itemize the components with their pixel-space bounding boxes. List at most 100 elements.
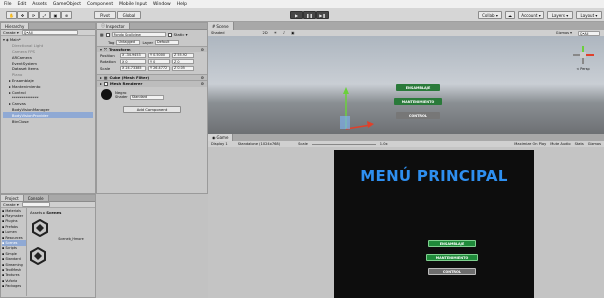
layer-dropdown[interactable]: Default bbox=[155, 39, 180, 45]
hand-tool-button[interactable]: ✋ bbox=[6, 11, 17, 19]
folder-icon: ▪ bbox=[2, 273, 5, 278]
scale-z-field[interactable]: Z 0.05 bbox=[172, 65, 194, 71]
active-checkbox[interactable] bbox=[105, 32, 110, 37]
tag-dropdown[interactable]: Untagged bbox=[116, 39, 141, 45]
scene-view[interactable]: Shaded 2D ☀ ♪ ▣ Gizmos ▾ Q•All ENSAMBLAJ… bbox=[208, 30, 604, 134]
scene-asset-2[interactable]: Sceneb_Hmore bbox=[56, 219, 86, 241]
shader-dropdown[interactable]: Standard bbox=[129, 94, 164, 100]
expand-arrow-icon[interactable]: ▸ bbox=[9, 101, 11, 106]
collab-button[interactable]: Collab ▾ bbox=[478, 11, 502, 19]
cloud-button[interactable]: ☁ bbox=[505, 11, 515, 19]
position-x-field[interactable]: X -34.9453 bbox=[120, 52, 146, 58]
component-settings-icon[interactable]: ⚙ bbox=[201, 47, 204, 52]
menu-file[interactable]: File bbox=[4, 2, 12, 7]
transform-tool-button[interactable]: ⊕ bbox=[61, 11, 72, 19]
rotate-tool-button[interactable]: ⟳ bbox=[28, 11, 39, 19]
position-row: Position X -34.9453 Y 0.5000 Z 55.92 bbox=[97, 52, 207, 59]
stats-toggle[interactable]: Stats bbox=[575, 142, 584, 146]
position-y-field[interactable]: Y 0.5000 bbox=[148, 52, 170, 58]
game-screen[interactable]: MENÚ PRINCIPAL ENSAMBLAJE MANTENIMIENTO … bbox=[334, 150, 534, 298]
tab-console[interactable]: Console bbox=[23, 195, 49, 201]
add-component-button[interactable]: Add Component bbox=[123, 105, 181, 113]
mantenimiento-button[interactable]: MANTENIMIENTO bbox=[426, 254, 478, 261]
global-button[interactable]: Global bbox=[117, 11, 141, 19]
scale-x-field[interactable]: X 24.73385 bbox=[120, 65, 146, 71]
project-search-input[interactable] bbox=[21, 202, 50, 207]
menu-mobile-input[interactable]: Mobile Input bbox=[119, 2, 147, 7]
breadcrumb-scenes[interactable]: Scenes bbox=[46, 210, 61, 215]
display-dropdown[interactable]: Display 1 bbox=[211, 142, 228, 146]
rotation-y-field[interactable]: Y 0 bbox=[148, 59, 170, 65]
menu-window[interactable]: Window bbox=[153, 2, 171, 7]
gizmos-toggle[interactable]: Gizmos bbox=[588, 142, 601, 146]
folder-item[interactable]: ▪ Playmaker bbox=[2, 213, 26, 218]
folder-item[interactable]: ▪ Resources bbox=[2, 235, 26, 240]
scale-slider[interactable] bbox=[311, 143, 376, 145]
step-button[interactable]: ▶❚ bbox=[316, 11, 329, 19]
gizmos-dropdown[interactable]: Gizmos ▾ bbox=[556, 31, 572, 35]
menu-assets[interactable]: Assets bbox=[32, 2, 47, 7]
scene-toolbar: Shaded 2D ☀ ♪ ▣ Gizmos ▾ Q•All bbox=[208, 30, 604, 36]
scene-search-input[interactable]: Q•All bbox=[578, 30, 600, 36]
rotation-x-field[interactable]: X 0 bbox=[120, 59, 146, 65]
mesh-renderer-checkbox[interactable] bbox=[103, 81, 108, 86]
expand-arrow-icon[interactable]: ▸ bbox=[9, 84, 11, 89]
folder-item[interactable]: ▪ Streaming bbox=[2, 262, 26, 267]
maximize-on-play-toggle[interactable]: Maximize On Play bbox=[514, 142, 546, 146]
transform-gizmo[interactable] bbox=[336, 84, 376, 134]
scene-asset[interactable] bbox=[30, 218, 50, 241]
scene-mantenimiento-button: MANTENIMIENTO bbox=[394, 98, 442, 105]
menu-help[interactable]: Help bbox=[177, 2, 187, 7]
pause-button[interactable]: ❚❚ bbox=[303, 11, 316, 19]
tab-inspector[interactable]: ⓘ Inspector bbox=[97, 23, 130, 29]
object-name-field[interactable]: Fondo Scollview bbox=[111, 32, 166, 37]
pivot-button[interactable]: Pivot bbox=[94, 11, 116, 19]
menu-gameobject[interactable]: GameObject bbox=[53, 2, 81, 7]
scale-y-field[interactable]: Y 26.4772 bbox=[148, 65, 170, 71]
tab-hierarchy[interactable]: Hierarchy bbox=[1, 23, 30, 29]
mute-audio-toggle[interactable]: Mute Audio bbox=[550, 142, 570, 146]
layout-button[interactable]: Layout ▾ bbox=[576, 11, 602, 19]
component-settings-icon[interactable]: ⚙ bbox=[201, 75, 204, 80]
menu-component[interactable]: Component bbox=[87, 2, 113, 7]
expand-arrow-icon[interactable]: ▸ bbox=[9, 78, 11, 83]
rotation-z-field[interactable]: Z 0 bbox=[172, 59, 194, 65]
scene-orientation-gizmo[interactable]: < Persp bbox=[570, 44, 596, 71]
tab-game[interactable]: ◉ Game bbox=[208, 134, 234, 141]
toolbar: ✋ ✥ ⟳ ⤢ ▣ ⊕ Pivot Global ▶ ❚❚ ▶❚ Collab … bbox=[0, 8, 604, 22]
position-z-field[interactable]: Z 55.92 bbox=[172, 52, 194, 58]
audio-toggle-icon[interactable]: ♪ bbox=[283, 31, 285, 35]
resolution-dropdown[interactable]: Standalone (1024x768) bbox=[238, 142, 280, 146]
static-checkbox[interactable] bbox=[167, 32, 172, 37]
layers-button[interactable]: Layers ▾ bbox=[547, 11, 573, 19]
expand-arrow-icon[interactable]: ▸ bbox=[9, 90, 11, 95]
component-settings-icon[interactable]: ⚙ bbox=[201, 81, 204, 86]
folder-icon: ▪ bbox=[2, 235, 5, 240]
effects-toggle-icon[interactable]: ▣ bbox=[291, 31, 294, 35]
tab-project[interactable]: Project bbox=[1, 195, 24, 201]
hierarchy-item[interactable]: ▸BtnClose bbox=[3, 118, 93, 124]
menu-edit[interactable]: Edit bbox=[18, 2, 27, 7]
rotation-label: Rotation bbox=[100, 59, 116, 65]
2d-toggle[interactable]: 2D bbox=[263, 31, 268, 35]
control-button[interactable]: CONTROL bbox=[428, 268, 476, 275]
scale-tool-button[interactable]: ⤢ bbox=[39, 11, 50, 19]
shading-dropdown[interactable]: Shaded bbox=[211, 31, 225, 35]
hierarchy-create-button[interactable]: Create ▾ bbox=[3, 30, 19, 35]
project-create-button[interactable]: Create ▾ bbox=[3, 202, 19, 207]
object-header: ▩ Fondo Scollview Static ▾ bbox=[97, 30, 207, 39]
tab-scene[interactable]: # Scene bbox=[208, 22, 234, 30]
breadcrumb-assets[interactable]: Assets bbox=[30, 210, 42, 215]
move-tool-button[interactable]: ✥ bbox=[17, 11, 28, 19]
light-toggle-icon[interactable]: ☀ bbox=[274, 31, 277, 35]
hierarchy-search-input[interactable]: Q•All bbox=[21, 30, 78, 35]
account-button[interactable]: Account ▾ bbox=[518, 11, 544, 19]
rect-icon: ▣ bbox=[53, 12, 58, 18]
folder-item[interactable]: ▪ Packages bbox=[2, 283, 26, 288]
folder-icon: ▪ bbox=[2, 214, 5, 219]
play-button[interactable]: ▶ bbox=[290, 11, 303, 19]
scene-asset-3[interactable] bbox=[30, 246, 92, 266]
rect-tool-button[interactable]: ▣ bbox=[50, 11, 61, 19]
static-dropdown[interactable]: Static ▾ bbox=[174, 32, 188, 37]
ensamblaje-button[interactable]: ENSAMBLAJE bbox=[428, 240, 476, 247]
